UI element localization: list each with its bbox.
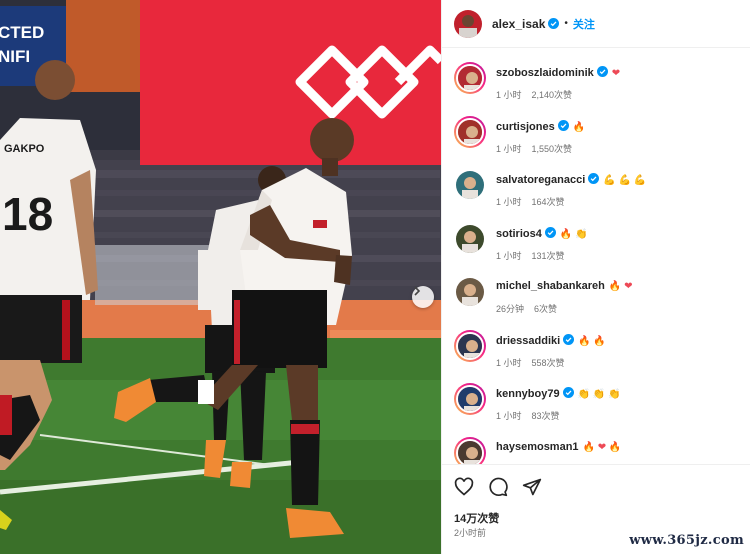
post-timestamp: 2小时前 [454,528,487,538]
comment-emoji-text: 🔥 [572,121,586,133]
comment-line: salvatoreganacci 💪 💪 💪 [496,173,646,186]
verified-badge-icon [596,66,608,77]
comment-like-count[interactable]: 1,550次赞 [532,144,573,154]
comment-time: 1 小时 [496,357,522,368]
commenter-avatar[interactable] [456,278,484,306]
verified-badge-icon [563,333,575,345]
verified-badge-icon [557,119,569,131]
comment-emoji-text: 🔥 🔥 [578,335,606,347]
paper-plane-icon [522,478,542,496]
comment-item: kennyboy79 👏 👏 👏 1 小时 83次赞 [454,379,744,429]
chevron-right-icon [414,286,421,296]
comment-emoji-text: 👏 👏 👏 [577,389,621,400]
comment-like-count[interactable]: 6次赞 [534,304,557,314]
comment-emoji-text: 🔥 ❤ 🔥 [582,441,622,453]
commenter-avatar[interactable] [454,329,486,362]
post-side-panel: alex_isak • 关注 szoboszlaidominik ❤ 1 小时 2,1… [441,0,750,554]
comment-meta: 1 小时 1,550次赞 [496,142,572,155]
commenter-avatar[interactable] [454,62,486,94]
commenter-username[interactable]: michel_shabankareh [496,280,605,292]
comment-time: 1 小时 [496,197,522,207]
commenter-username[interactable]: driessaddiki [496,335,560,347]
svg-text:GAKPO: GAKPO [4,143,45,155]
comment-time: 1 小时 [496,143,522,154]
comment-item: driessaddiki 🔥 🔥 1 小时 558次赞 [454,326,744,376]
comment-item: szoboszlaidominik ❤ 1 小时 2,140次赞 [454,58,744,108]
comment-item: michel_shabankareh 🔥 ❤ 26分钟 6次赞 [454,272,744,322]
carousel-next-button[interactable] [412,286,434,308]
like-count[interactable]: 14万次赞 [454,510,499,526]
commenter-username[interactable]: szoboszlaidominik [496,67,594,79]
commenter-username[interactable]: sotirios4 [496,228,542,240]
post-photo: CTED NIFI TH [0,0,441,554]
comment-line: sotirios4 🔥 👏 [496,226,588,240]
like-button[interactable] [454,477,474,497]
verified-badge-icon [588,173,600,184]
comment-meta: 1 小时 131次赞 [496,249,565,262]
comment-item: sotirios4 🔥 👏 1 小时 131次赞 [454,219,744,269]
comment-line: curtisjones 🔥 [496,119,586,133]
comment-bubble-icon [489,477,508,497]
comment-meta: 1 小时 83次赞 [496,409,560,422]
svg-text:CTED: CTED [0,23,44,42]
comment-line: kennyboy79 👏 👏 👏 [496,387,621,400]
commenter-avatar[interactable] [456,171,484,199]
comment-time: 1 小时 [496,90,522,100]
comment-meta: 26分钟 6次赞 [496,302,557,315]
comment-meta: 1 小时 2,140次赞 [496,88,572,101]
comment-line: michel_shabankareh 🔥 ❤ [496,280,632,292]
comment-item: salvatoreganacci 💪 💪 💪 1 小时 164次赞 [454,165,744,215]
comment-like-count[interactable]: 164次赞 [532,197,565,207]
comment-line: haysemosman1 🔥 ❤ 🔥 [496,441,621,453]
follow-button[interactable]: 关注 [573,16,595,32]
svg-text:NIFI: NIFI [0,47,30,66]
author-avatar[interactable] [454,9,482,38]
comment-time: 1 小时 [496,411,522,421]
football-match-image: CTED NIFI TH [0,0,441,554]
heart-outline-icon [454,477,474,496]
comment-button[interactable] [488,477,508,497]
verified-badge-icon [544,226,556,238]
commenter-username[interactable]: curtisjones [496,121,555,133]
comment-item: curtisjones 🔥 1 小时 1,550次赞 [454,112,744,162]
svg-text:18: 18 [2,188,53,240]
commenter-username[interactable]: salvatoreganacci [496,174,585,186]
commenter-username[interactable]: kennyboy79 [496,388,560,400]
comment-emoji-text: 🔥 ❤ [608,281,633,292]
post-header: alex_isak • 关注 [442,0,750,48]
comment-line: szoboszlaidominik ❤ [496,66,620,79]
comments-list[interactable]: szoboszlaidominik ❤ 1 小时 2,140次赞 curtisjones… [442,48,750,464]
author-username[interactable]: alex_isak [492,17,545,31]
comment-emoji-text: 🔥 👏 [559,228,588,240]
commenter-avatar[interactable] [454,436,486,464]
action-bar [454,477,542,497]
comment-line: driessaddiki 🔥 🔥 [496,333,606,347]
comment-like-count[interactable]: 558次赞 [532,358,565,368]
commenter-avatar[interactable] [454,115,486,148]
comment-time: 1 小时 [496,250,522,261]
verified-badge-icon [562,387,574,398]
comment-emoji-text: 💪 💪 💪 [603,175,647,186]
comment-time: 26分钟 [496,304,525,314]
share-button[interactable] [522,477,542,497]
comment-like-count[interactable]: 83次赞 [532,411,560,421]
site-watermark: www.365jz.com [629,533,744,548]
verified-badge-icon [548,18,560,29]
comment-meta: 1 小时 558次赞 [496,356,565,369]
commenter-avatar[interactable] [456,224,484,253]
comment-meta: 1 小时 164次赞 [496,195,565,208]
separator-dot: • [564,18,568,29]
comment-emoji-text: ❤ [611,68,621,79]
commenter-avatar[interactable] [454,383,486,415]
commenter-username[interactable]: haysemosman1 [496,441,579,453]
comment-like-count[interactable]: 131次赞 [532,251,565,261]
comment-like-count[interactable]: 2,140次赞 [532,90,573,100]
comment-item: haysemosman1 🔥 ❤ 🔥 [454,433,744,464]
